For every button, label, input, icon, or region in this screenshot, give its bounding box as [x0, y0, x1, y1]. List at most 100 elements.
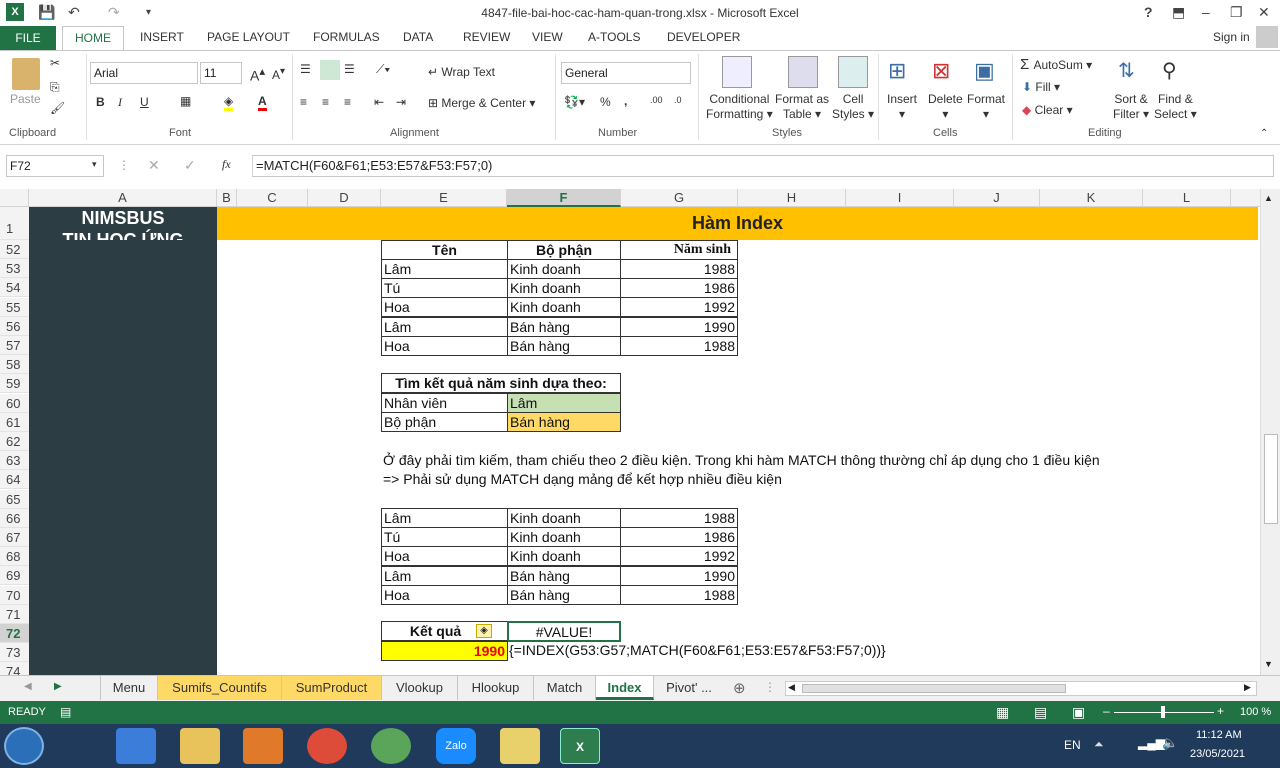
align-bottom-icon[interactable]: ☰ [344, 62, 355, 76]
increase-decimal-icon[interactable]: .00 [650, 95, 663, 105]
row-header-52[interactable]: 52 [0, 240, 29, 259]
conditional-formatting-button[interactable]: Conditional Formatting ▾ [706, 92, 773, 122]
conditional-formatting-icon[interactable] [722, 56, 752, 88]
col-header-c[interactable]: C [237, 189, 308, 207]
tab-formulas[interactable]: FORMULAS [313, 30, 380, 44]
tab-split-icon[interactable]: ⋮ [764, 680, 776, 694]
table1-department-cell[interactable]: Kinh doanh [507, 278, 621, 299]
scroll-right-icon[interactable]: ▶ [1244, 682, 1251, 693]
minimize-icon[interactable]: – [1202, 4, 1210, 20]
table2-name-cell[interactable]: Lâm [381, 565, 508, 586]
sheet-tab-sumproduct[interactable]: SumProduct [282, 676, 382, 700]
sheet-tab-menu[interactable]: Menu [100, 676, 158, 700]
decrease-indent-icon[interactable]: ⇤ [374, 95, 384, 109]
increase-indent-icon[interactable]: ⇥ [396, 95, 406, 109]
table2-year-cell[interactable]: 1988 [620, 508, 738, 528]
col-header-a[interactable]: A [29, 189, 217, 207]
col-header-i[interactable]: I [846, 189, 954, 207]
folder-icon[interactable] [500, 728, 540, 764]
row-header-56[interactable]: 56 [0, 316, 29, 336]
table2-name-cell[interactable]: Tú [381, 527, 508, 548]
table2-department-cell[interactable]: Bán hàng [507, 584, 621, 605]
table2-department-cell[interactable]: Bán hàng [507, 565, 621, 586]
table1-name-cell[interactable]: Hoa [381, 297, 508, 318]
zoom-in-icon[interactable]: + [1217, 704, 1224, 718]
fill-button[interactable]: ⬇ Fill ▾ [1022, 80, 1060, 94]
insert-function-icon[interactable]: fx [222, 157, 231, 172]
table2-name-cell[interactable]: Hoa [381, 546, 508, 567]
sheet-tab-sumifs[interactable]: Sumifs_Countifs [158, 676, 282, 700]
result-error-cell[interactable]: #VALUE! [507, 621, 621, 642]
zoom-slider-thumb[interactable] [1161, 706, 1165, 718]
format-cells-icon[interactable]: ▣ [974, 58, 995, 84]
table1-header-ten[interactable]: Tên [381, 240, 508, 260]
align-top-icon[interactable]: ☰ [300, 62, 311, 76]
enter-icon[interactable]: ✓ [184, 157, 196, 174]
col-header-g[interactable]: G [621, 189, 738, 207]
currency-icon[interactable]: 💱▾ [564, 95, 585, 109]
col-header-b[interactable]: B [217, 189, 237, 207]
row-header-60[interactable]: 60 [0, 393, 29, 413]
orientation-icon[interactable]: ⟋▾ [376, 62, 390, 77]
row-header-63[interactable]: 63 [0, 451, 29, 471]
sort-filter-icon[interactable]: ⇅ [1118, 58, 1135, 83]
tab-file[interactable]: FILE [0, 26, 56, 50]
table2-year-cell[interactable]: 1986 [620, 527, 738, 548]
sort-filter-button[interactable]: Sort & Filter ▾ [1113, 92, 1149, 122]
zalo-icon[interactable]: Zalo [436, 728, 476, 764]
font-name-select[interactable]: Arial [90, 62, 198, 84]
row-header-73[interactable]: 73 [0, 643, 29, 663]
number-format-select[interactable]: General [561, 62, 691, 84]
formula-input[interactable]: =MATCH(F60&F61;E53:E57&F53:F57;0) [252, 155, 1274, 177]
col-header-f[interactable]: F [507, 189, 621, 207]
font-color-icon[interactable]: A [258, 94, 267, 111]
row-header-64[interactable]: 64 [0, 470, 29, 490]
table1-department-cell[interactable]: Bán hàng [507, 316, 621, 337]
format-painter-icon[interactable]: 🖌 [50, 101, 65, 115]
zoom-level[interactable]: 100 % [1240, 706, 1271, 718]
insert-cells-icon[interactable]: ⊞ [888, 58, 906, 84]
page-break-view-icon[interactable]: ▣ [1072, 704, 1085, 721]
restore-icon[interactable]: ❐ [1230, 4, 1243, 21]
scroll-left-icon[interactable]: ◀ [788, 682, 795, 693]
avatar[interactable] [1256, 26, 1278, 48]
percent-button[interactable]: % [600, 95, 611, 109]
delete-cells-icon[interactable]: ⊠ [932, 58, 950, 84]
sign-in-link[interactable]: Sign in [1213, 30, 1250, 44]
tab-data[interactable]: DATA [403, 30, 433, 44]
col-header-k[interactable]: K [1040, 189, 1143, 207]
row-header-71[interactable]: 71 [0, 604, 29, 624]
result-value-cell[interactable]: 1990 [381, 641, 508, 661]
file-explorer-icon[interactable] [180, 728, 220, 764]
table2-department-cell[interactable]: Kinh doanh [507, 546, 621, 567]
name-box[interactable]: F72 [6, 155, 104, 177]
format-button[interactable]: Format ▾ [967, 92, 1005, 122]
sheet-tab-match[interactable]: Match [534, 676, 596, 700]
autosum-button[interactable]: Σ AutoSum ▾ [1020, 56, 1092, 73]
table1-department-cell[interactable]: Kinh doanh [507, 297, 621, 318]
row-header-68[interactable]: 68 [0, 547, 29, 567]
cancel-icon[interactable]: ✕ [148, 157, 160, 174]
lookup-title[interactable]: Tìm kết quả năm sinh dựa theo: [381, 373, 621, 393]
coccoc-icon[interactable] [371, 728, 411, 764]
select-all[interactable] [0, 189, 29, 207]
table1-name-cell[interactable]: Hoa [381, 335, 508, 356]
chrome-icon[interactable] [307, 728, 347, 764]
clear-button[interactable]: ◆ Clear ▾ [1022, 103, 1073, 117]
wrap-text-button[interactable]: ↵ Wrap Text [428, 65, 495, 79]
media-player-icon[interactable] [243, 728, 283, 764]
row-header-69[interactable]: 69 [0, 566, 29, 586]
paste-button[interactable]: Paste [10, 92, 41, 106]
italic-button[interactable]: I [118, 95, 122, 110]
cell-styles-button[interactable]: Cell Styles ▾ [832, 92, 874, 122]
show-hidden-icons-icon[interactable]: ⏶ [1094, 737, 1104, 752]
copy-icon[interactable]: ⎘ [50, 80, 60, 95]
insert-button[interactable]: Insert ▾ [887, 92, 917, 122]
table1-header-namsinh[interactable]: Năm sinh [620, 240, 738, 260]
tab-review[interactable]: REVIEW [463, 30, 510, 44]
sheet-tab-pivot[interactable]: Pivot' ... [654, 676, 724, 700]
table1-header-bophan[interactable]: Bộ phận [507, 240, 621, 260]
table2-year-cell[interactable]: 1990 [620, 565, 738, 586]
comma-button[interactable]: , [624, 94, 627, 108]
help-icon[interactable]: ? [1144, 4, 1153, 20]
